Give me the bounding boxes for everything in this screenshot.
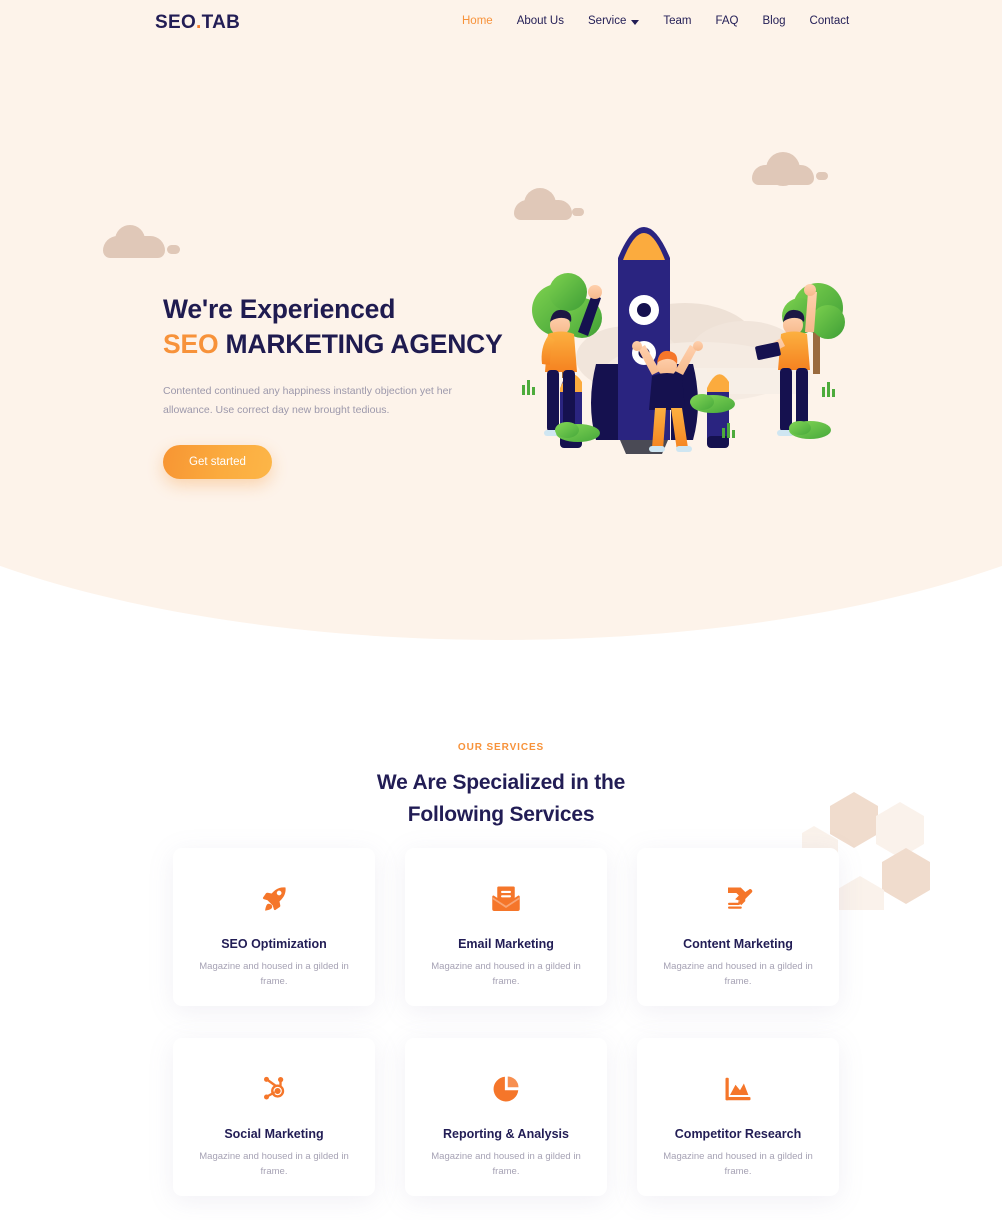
nav-item-faq[interactable]: FAQ (715, 15, 738, 27)
service-card-reporting-analysis[interactable]: Reporting & Analysis Magazine and housed… (405, 1038, 607, 1196)
nav-item-contact[interactable]: Contact (810, 15, 850, 27)
brand-logo[interactable]: SEO.TAB (155, 12, 240, 34)
hero-illustration (500, 140, 900, 480)
hero-copy: We're Experienced SEO MARKETING AGENCY C… (163, 292, 523, 480)
hero-description: Contented continued any happiness instan… (163, 385, 452, 416)
hero-title: We're Experienced SEO MARKETING AGENCY (163, 292, 523, 362)
nav-item-home[interactable]: Home (462, 15, 493, 27)
service-card-description: Magazine and housed in a gilded in frame… (663, 961, 813, 987)
service-card-description: Magazine and housed in a gilded in frame… (663, 1151, 813, 1177)
brand-name: SEO (155, 12, 197, 33)
service-card-email-marketing[interactable]: Email Marketing Magazine and housed in a… (405, 848, 607, 1006)
service-card-description: Magazine and housed in a gilded in frame… (431, 961, 581, 987)
services-title-line2: Following Services (407, 802, 595, 826)
service-card-title: Competitor Research (674, 1127, 802, 1141)
hero-section: We're Experienced SEO MARKETING AGENCY C… (0, 0, 1002, 660)
service-card-title: Email Marketing (458, 937, 554, 951)
hero-title-accent: SEO (163, 329, 219, 360)
hero-title-line2: MARKETING AGENCY (218, 329, 503, 360)
services-title-line1: We Are Specialized in the (376, 771, 626, 794)
service-card-content-marketing[interactable]: Content Marketing Magazine and housed in… (637, 848, 839, 1006)
service-card-seo-optimization[interactable]: SEO Optimization Magazine and housed in … (173, 848, 375, 1006)
hero-title-line1: We're Experienced (163, 294, 396, 324)
service-card-competitor-research[interactable]: Competitor Research Magazine and housed … (637, 1038, 839, 1196)
envelope-icon (489, 882, 523, 916)
hero-illustration-svg (522, 227, 845, 454)
service-card-title: Reporting & Analysis (443, 1127, 569, 1141)
document-pen-icon (721, 882, 755, 916)
network-nodes-icon (257, 1072, 291, 1106)
area-chart-icon (721, 1072, 755, 1106)
service-card-social-marketing[interactable]: Social Marketing Magazine and housed in … (173, 1038, 375, 1196)
services-card-grid: SEO Optimization Magazine and housed in … (173, 848, 841, 1196)
get-started-button[interactable]: Get started (163, 445, 272, 480)
nav-item-service-label: Service (588, 15, 627, 27)
nav-item-blog[interactable]: Blog (763, 15, 786, 27)
service-card-title: SEO Optimization (221, 937, 327, 951)
nav-item-service[interactable]: Service (588, 15, 640, 27)
services-title: We Are Specialized in the Following Serv… (0, 767, 1002, 830)
nav-item-about-us[interactable]: About Us (517, 15, 564, 27)
chevron-down-icon (631, 19, 640, 25)
service-card-title: Social Marketing (224, 1127, 324, 1141)
brand-suffix: TAB (201, 12, 241, 33)
site-header: SEO.TAB Home About Us Service Team FAQ B… (0, 0, 1002, 48)
nav-item-team[interactable]: Team (663, 15, 691, 27)
service-card-description: Magazine and housed in a gilded in frame… (199, 961, 349, 987)
rocket-icon (257, 882, 291, 916)
service-card-title: Content Marketing (683, 937, 793, 951)
services-eyebrow: OUR SERVICES (457, 742, 545, 753)
service-card-description: Magazine and housed in a gilded in frame… (199, 1151, 349, 1177)
main-navigation: Home About Us Service Team FAQ Blog Cont… (462, 15, 849, 27)
services-section: OUR SERVICES We Are Specialized in the F… (0, 700, 1002, 1196)
service-card-description: Magazine and housed in a gilded in frame… (431, 1151, 581, 1177)
pie-chart-icon (489, 1072, 523, 1106)
